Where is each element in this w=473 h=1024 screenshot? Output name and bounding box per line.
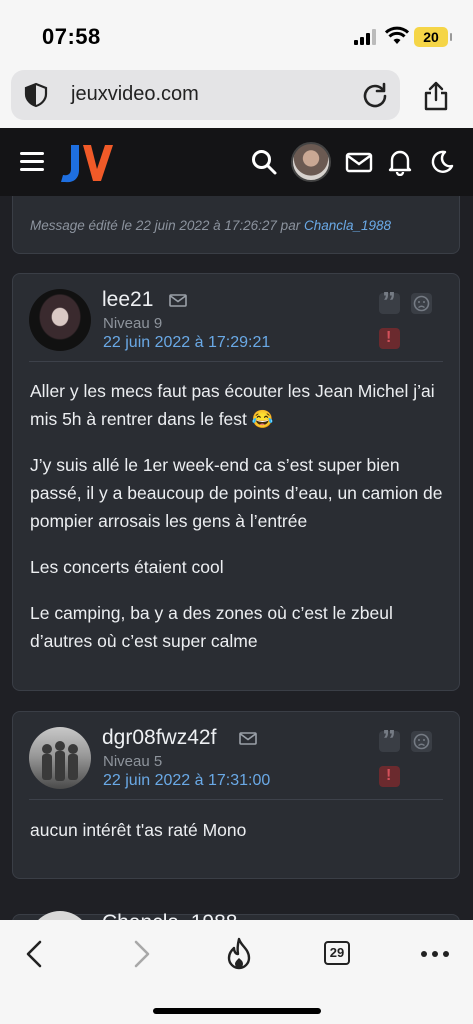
status-time: 07:58 bbox=[42, 24, 101, 49]
report-alert-icon[interactable] bbox=[379, 328, 400, 349]
back-icon[interactable] bbox=[18, 936, 54, 972]
message-paragraph: Aller y les mecs faut pas écouter les Je… bbox=[30, 381, 435, 429]
avatar[interactable] bbox=[291, 142, 331, 182]
url-text[interactable]: jeuxvideo.com bbox=[71, 83, 199, 106]
signal-icon bbox=[354, 29, 376, 45]
message-paragraph: Les concerts étaient cool bbox=[30, 557, 224, 577]
divider bbox=[29, 799, 443, 800]
message-username[interactable]: Chancla_1988 bbox=[102, 911, 237, 920]
message-date-link[interactable]: 22 juin 2022 à 17:29:21 bbox=[103, 334, 270, 352]
message-paragraph: aucun intérêt t'as raté Mono bbox=[30, 820, 247, 840]
message-paragraph: Le camping, ba y a des zones où c’est le… bbox=[30, 603, 393, 651]
mail-icon[interactable] bbox=[239, 732, 257, 745]
more-icon[interactable] bbox=[418, 936, 454, 972]
mail-icon[interactable] bbox=[345, 148, 373, 176]
message-level: Niveau 5 bbox=[103, 753, 163, 770]
moon-icon[interactable] bbox=[427, 148, 455, 176]
edited-notice: Message édité le 22 juin 2022 à 17:26:27… bbox=[30, 218, 392, 233]
mail-icon[interactable] bbox=[169, 294, 187, 307]
quote-icon[interactable] bbox=[379, 724, 400, 756]
reload-icon[interactable] bbox=[361, 81, 389, 109]
home-indicator bbox=[153, 1008, 321, 1014]
message-username[interactable]: dgr08fwz42f bbox=[102, 726, 216, 750]
message-card: lee21 Niveau 9 22 juin 2022 à 17:29:21 A… bbox=[12, 273, 460, 691]
sad-face-icon[interactable] bbox=[411, 293, 432, 314]
message-paragraph: J’y suis allé le 1er week-end ca s’est s… bbox=[30, 455, 443, 531]
message-date-link[interactable]: 22 juin 2022 à 17:31:00 bbox=[103, 772, 270, 790]
wifi-icon bbox=[385, 26, 409, 44]
search-icon[interactable] bbox=[250, 148, 278, 176]
forum-content: Message édité le 22 juin 2022 à 17:26:27… bbox=[0, 196, 473, 920]
hamburger-icon[interactable] bbox=[20, 152, 44, 172]
message-level: Niveau 9 bbox=[103, 315, 163, 332]
site-header bbox=[0, 128, 473, 196]
edited-author-link[interactable]: Chancla_1988 bbox=[304, 218, 391, 233]
previous-message-card: Message édité le 22 juin 2022 à 17:26:27… bbox=[12, 196, 460, 254]
jv-logo[interactable] bbox=[59, 142, 115, 184]
report-alert-icon[interactable] bbox=[379, 766, 400, 787]
bell-icon[interactable] bbox=[386, 148, 414, 176]
shield-icon[interactable] bbox=[23, 82, 49, 108]
sad-face-icon[interactable] bbox=[411, 731, 432, 752]
share-icon[interactable] bbox=[422, 80, 450, 112]
quote-icon[interactable] bbox=[379, 286, 400, 318]
battery-indicator: 20 bbox=[414, 27, 452, 47]
message-username[interactable]: lee21 bbox=[102, 288, 153, 312]
avatar[interactable] bbox=[29, 727, 91, 789]
url-bar[interactable]: jeuxvideo.com bbox=[11, 70, 400, 120]
divider bbox=[29, 361, 443, 362]
browser-address-area: jeuxvideo.com bbox=[0, 62, 473, 128]
message-body: aucun intérêt t'as raté Mono bbox=[30, 816, 445, 862]
avatar[interactable] bbox=[29, 289, 91, 351]
forward-icon[interactable] bbox=[122, 936, 158, 972]
message-card: dgr08fwz42f Niveau 5 22 juin 2022 à 17:3… bbox=[12, 711, 460, 879]
message-body: Aller y les mecs faut pas écouter les Je… bbox=[30, 377, 445, 673]
browser-toolbar: 29 bbox=[0, 920, 473, 1024]
status-bar: 07:58 20 bbox=[0, 0, 473, 62]
flame-icon[interactable] bbox=[221, 936, 257, 972]
avatar[interactable] bbox=[29, 911, 91, 920]
tabs-icon[interactable]: 29 bbox=[324, 941, 350, 965]
